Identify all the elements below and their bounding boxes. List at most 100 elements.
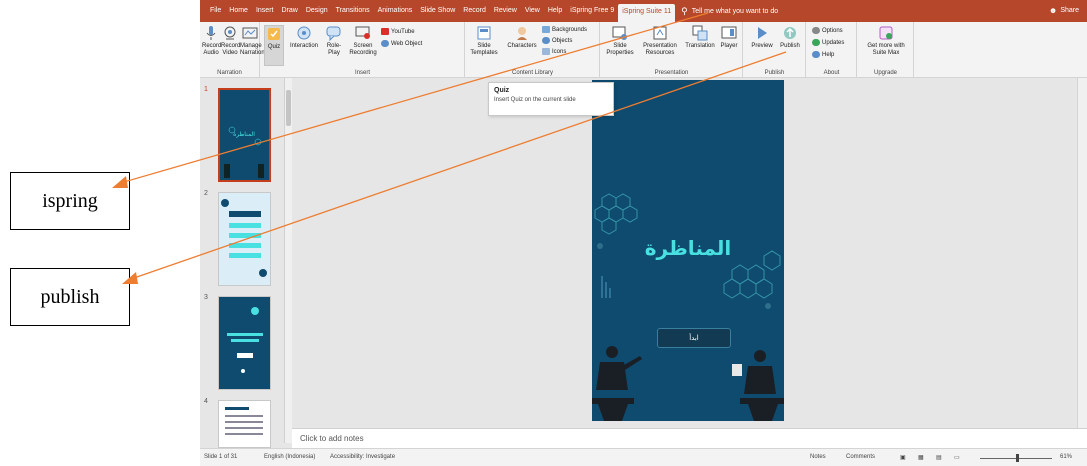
translation-button[interactable]: Translation — [684, 25, 716, 50]
tell-me-search[interactable]: ⚲ Tell me what you want to do — [681, 6, 778, 17]
group-label-publish: Publish — [764, 70, 785, 76]
characters-button[interactable]: Characters — [504, 25, 540, 50]
tab-view[interactable]: View — [521, 0, 544, 22]
thumbnail-number: 2 — [204, 190, 208, 197]
reading-view-icon[interactable]: ▤ — [936, 454, 942, 461]
tab-home[interactable]: Home — [225, 0, 252, 22]
get-more-button[interactable]: Get more with Suite Max — [862, 25, 910, 57]
slide-start-button[interactable]: ابدأ — [657, 328, 731, 348]
refresh-icon — [812, 39, 820, 46]
publish-button[interactable]: Publish — [778, 25, 802, 50]
record-video-button[interactable]: Record Video — [221, 25, 240, 57]
powerpoint-window: File Home Insert Draw Design Transitions… — [200, 0, 1087, 466]
screenshot-root: File Home Insert Draw Design Transitions… — [0, 0, 1087, 466]
notes-placeholder: Click to add notes — [300, 434, 364, 443]
group-label-narration: Narration — [217, 70, 242, 76]
group-upgrade: Get more with Suite Max Upgrade — [858, 22, 914, 78]
thumbnail-number: 3 — [204, 294, 208, 301]
slide-thumbnail-1[interactable]: المناظرة — [218, 88, 271, 182]
updates-button[interactable]: Updates — [812, 38, 844, 47]
timeline-icon — [242, 27, 258, 39]
youtube-button[interactable]: YouTube — [381, 27, 415, 36]
editor-scrollbar[interactable] — [1077, 78, 1087, 428]
group-about: Options Updates Help About — [807, 22, 857, 78]
tab-review[interactable]: Review — [490, 0, 521, 22]
tab-ispring-free[interactable]: iSpring Free 9 — [566, 0, 618, 22]
thumbnail-preview — [227, 307, 263, 373]
lightbulb-icon: ⚲ — [681, 5, 688, 16]
slide-properties-icon — [612, 26, 627, 40]
player-icon — [721, 26, 737, 39]
accessibility-status[interactable]: Accessibility: Investigate — [330, 454, 395, 460]
help-button[interactable]: Help — [812, 50, 834, 59]
tell-me-text: Tell me what you want to do — [691, 7, 779, 15]
tab-draw[interactable]: Draw — [277, 0, 301, 22]
slide-thumbnail-2[interactable] — [218, 192, 271, 286]
tab-design[interactable]: Design — [302, 0, 332, 22]
thumbnail-scrollbar[interactable] — [284, 78, 292, 443]
template-icon — [477, 26, 491, 40]
comments-toggle[interactable]: Comments — [846, 454, 875, 460]
tab-transitions[interactable]: Transitions — [332, 0, 374, 22]
annotation-ispring: ispring — [10, 172, 130, 230]
ribbon-tab-bar: File Home Insert Draw Design Transitions… — [200, 0, 1087, 22]
icons-icon — [542, 48, 550, 55]
slide-thumbnail-3[interactable] — [218, 296, 271, 390]
tab-record[interactable]: Record — [459, 0, 490, 22]
scroll-thumb[interactable] — [286, 90, 291, 126]
objects-button[interactable]: Objects — [542, 36, 572, 45]
tab-insert[interactable]: Insert — [252, 0, 278, 22]
slideshow-view-icon[interactable]: ▭ — [954, 454, 960, 461]
manage-narration-button[interactable]: Manage Narration — [240, 25, 265, 57]
role-play-button[interactable]: Role- Play — [323, 25, 345, 57]
record-audio-button[interactable]: Record Audio — [202, 25, 221, 57]
group-label-presentation: Presentation — [654, 70, 689, 76]
link-icon — [381, 40, 389, 47]
share-label: Share — [1060, 7, 1079, 14]
group-presentation: Slide Properties Presentation Resources Tr… — [601, 22, 743, 78]
group-label-content-library: Content Library — [511, 70, 554, 76]
player-button[interactable]: Player — [718, 25, 740, 50]
microphone-icon — [206, 26, 216, 40]
gear-icon — [812, 27, 820, 34]
interaction-icon — [297, 26, 311, 40]
shapes-icon — [542, 37, 550, 44]
current-slide[interactable]: المناظرة ابدأ — [592, 80, 784, 421]
options-button[interactable]: Options — [812, 26, 843, 35]
tab-help[interactable]: Help — [544, 0, 566, 22]
normal-view-icon[interactable]: ▣ — [900, 454, 906, 461]
slide-templates-button[interactable]: Slide Templates — [470, 25, 498, 57]
quiz-tooltip: Quiz Insert Quiz on the current slide — [488, 82, 614, 116]
annotation-publish: publish — [10, 268, 130, 326]
tab-file[interactable]: File — [206, 0, 225, 22]
tab-slide-show[interactable]: Slide Show — [416, 0, 459, 22]
group-label-insert: Insert — [354, 70, 370, 76]
backgrounds-button[interactable]: Backgrounds — [542, 25, 587, 34]
screen-recording-button[interactable]: Screen Recording — [348, 25, 378, 57]
language-indicator[interactable]: English (Indonesia) — [264, 454, 315, 460]
thumbnail-preview — [221, 199, 267, 277]
ribbon-panel: Record Audio Record Video Manage Narration … — [200, 22, 1087, 78]
slide-sorter-icon[interactable]: ▦ — [918, 454, 924, 461]
tab-animations[interactable]: Animations — [374, 0, 417, 22]
notes-pane[interactable]: Click to add notes — [292, 428, 1087, 448]
character-icon — [517, 27, 527, 40]
interaction-button[interactable]: Interaction — [288, 25, 320, 50]
zoom-slider-handle[interactable] — [1016, 454, 1019, 462]
preview-button[interactable]: Preview — [750, 25, 774, 50]
icons-button[interactable]: Icons — [542, 47, 566, 56]
web-object-button[interactable]: Web Object — [381, 39, 422, 48]
thumbnail-number: 1 — [204, 86, 208, 93]
status-bar: Slide 1 of 31 English (Indonesia) Access… — [200, 448, 1087, 466]
youtube-icon — [381, 28, 389, 35]
slide-thumbnail-4[interactable] — [218, 400, 271, 448]
quiz-button[interactable]: Quiz — [264, 25, 284, 66]
zoom-level[interactable]: 61% — [1060, 454, 1072, 460]
presentation-resources-button[interactable]: Presentation Resources — [639, 25, 681, 57]
share-button[interactable]: ☻ Share — [1049, 0, 1079, 22]
slide-properties-button[interactable]: Slide Properties — [605, 25, 635, 57]
group-content-library: Slide Templates Characters Backgrounds Ob… — [466, 22, 600, 78]
notes-toggle[interactable]: Notes — [810, 454, 826, 460]
screen-record-icon — [355, 26, 370, 39]
tab-ispring-suite[interactable]: iSpring Suite 11 — [618, 4, 676, 22]
